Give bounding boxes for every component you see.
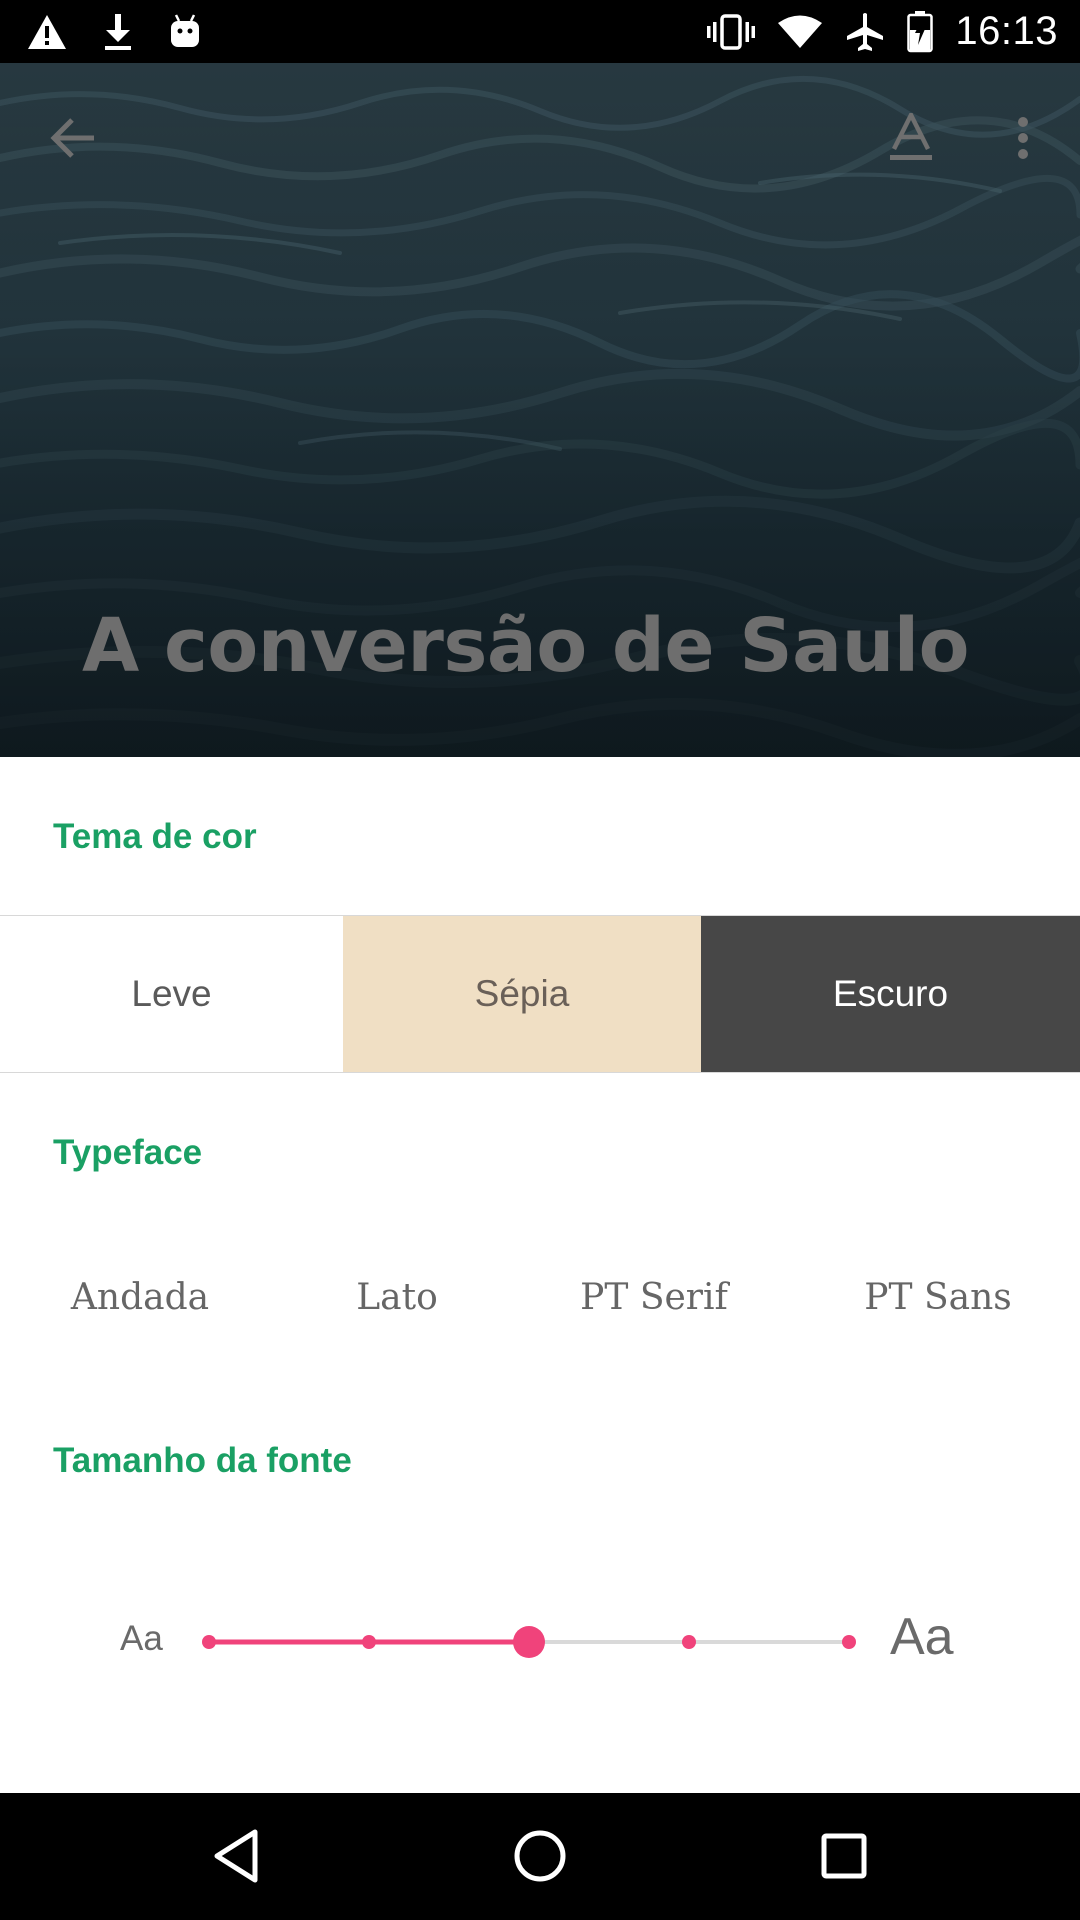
theme-light-button[interactable]: Leve: [0, 916, 343, 1072]
typeface-pt-serif-button[interactable]: PT Serif: [554, 1257, 754, 1337]
typeface-section-label: Typeface: [53, 1133, 203, 1172]
status-time: 16:13: [955, 9, 1058, 53]
status-bar: 16:13: [0, 0, 1080, 63]
navigation-bar: [0, 1793, 1080, 1920]
theme-dark-button[interactable]: Escuro: [701, 916, 1080, 1072]
slider-thumb[interactable]: [513, 1626, 545, 1658]
battery-icon: [907, 10, 934, 53]
status-system: 16:13: [707, 0, 1058, 63]
typeface-pt-sans-button[interactable]: PT Sans: [838, 1257, 1038, 1337]
theme-options: Leve Sépia Escuro: [0, 915, 1080, 1073]
download-icon: [102, 12, 134, 52]
more-vert-icon: [1018, 117, 1028, 159]
typeface-lato-button[interactable]: Lato: [297, 1257, 497, 1337]
font-size-large-label: Aa: [890, 1608, 954, 1666]
theme-sepia-button[interactable]: Sépia: [343, 916, 701, 1072]
article-title: A conversão de Saulo: [82, 603, 969, 689]
text-format-icon: [890, 113, 932, 160]
slider-tick-5: [842, 1635, 856, 1649]
nav-back-button[interactable]: [196, 1821, 276, 1891]
slider-tick-4: [682, 1635, 696, 1649]
back-arrow-icon: [50, 118, 94, 158]
typeface-andada-button[interactable]: Andada: [40, 1257, 240, 1337]
theme-section-label: Tema de cor: [53, 817, 257, 856]
back-button[interactable]: [38, 103, 108, 173]
wifi-icon: [777, 14, 823, 50]
warning-icon: [26, 13, 68, 51]
text-format-button[interactable]: [876, 103, 946, 173]
status-notifications: [26, 10, 202, 54]
airplane-icon: [845, 12, 885, 52]
nav-back-icon: [214, 1829, 258, 1883]
font-size-slider[interactable]: [200, 1597, 860, 1687]
nav-home-button[interactable]: [500, 1821, 580, 1891]
nav-recents-button[interactable]: [804, 1821, 884, 1891]
nav-home-icon: [514, 1830, 566, 1882]
hero-image: A conversão de Saulo: [0, 63, 1080, 757]
typeface-options: Andada Lato PT Serif PT Sans: [0, 1257, 1080, 1337]
vibrate-icon: [707, 13, 756, 51]
android-icon: [168, 13, 202, 51]
more-options-button[interactable]: [988, 103, 1058, 173]
slider-tick-1: [202, 1635, 216, 1649]
font-size-section-label: Tamanho da fonte: [53, 1441, 352, 1480]
font-size-control: Aa Aa: [0, 1597, 1080, 1687]
reading-settings-panel: Tema de cor Leve Sépia Escuro Typeface A…: [0, 757, 1080, 1793]
slider-tick-2: [362, 1635, 376, 1649]
font-size-small-label: Aa: [120, 1619, 163, 1658]
nav-recents-icon: [821, 1833, 867, 1879]
